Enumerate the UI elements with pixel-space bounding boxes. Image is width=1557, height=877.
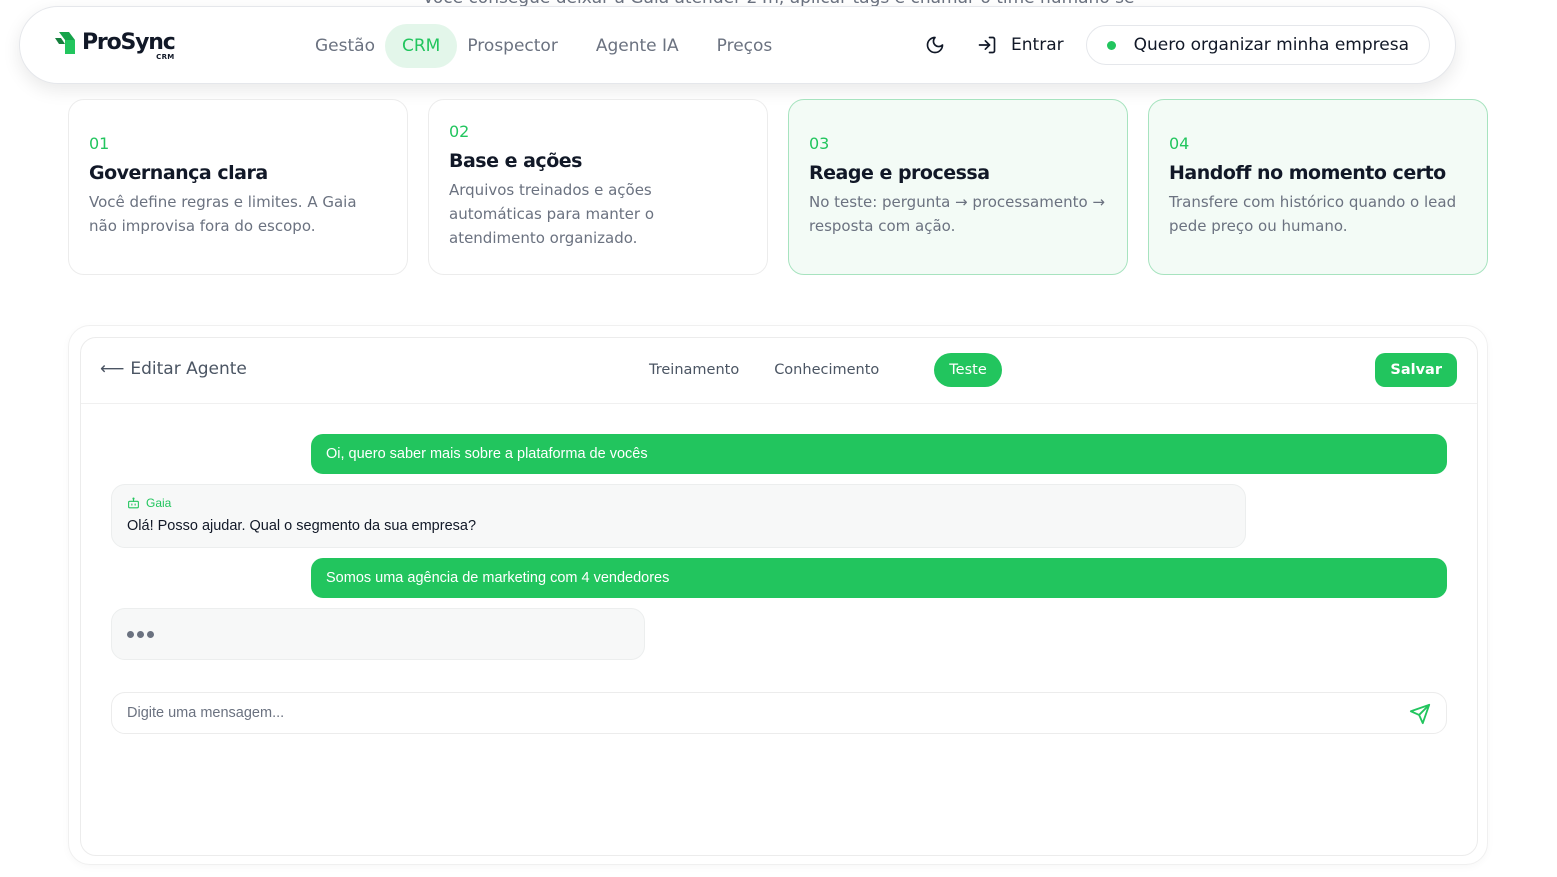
typing-dot xyxy=(127,630,134,638)
agent-editor-frame: ⟵ Editar Agente Treinamento Conhecimento… xyxy=(68,325,1488,865)
login-icon xyxy=(978,36,996,54)
typing-indicator xyxy=(111,608,645,660)
feature-title: Handoff no momento certo xyxy=(1169,162,1446,184)
brand-logo[interactable]: ProSync CRM xyxy=(53,30,176,62)
feature-card-handoff: 04 Handoff no momento certo Transfere co… xyxy=(1148,99,1488,275)
save-button[interactable]: Salvar xyxy=(1375,353,1457,387)
feature-title: Reage e processa xyxy=(809,162,990,184)
typing-dot xyxy=(137,630,144,638)
tab-conhecimento[interactable]: Conhecimento xyxy=(774,353,879,387)
status-dot-icon xyxy=(1106,40,1116,50)
bot-name-row: Gaia xyxy=(127,495,1230,511)
arrow-left-icon: ⟵ xyxy=(100,359,125,379)
cta-label: Quero organizar minha empresa xyxy=(1133,35,1409,55)
back-button[interactable]: ⟵ Editar Agente xyxy=(100,359,247,379)
feature-description: No teste: pergunta → processamento → res… xyxy=(809,193,1105,235)
feature-number: 04 xyxy=(1169,134,1190,153)
top-navbar: ProSync CRM Gestão CRM Prospector Agente… xyxy=(19,6,1456,84)
nav-link-crm[interactable]: CRM xyxy=(384,24,458,68)
bot-message-text: Olá! Posso ajudar. Qual o segmento da su… xyxy=(127,518,477,534)
chat-message-bot: Gaia Olá! Posso ajudar. Qual o segmento … xyxy=(111,484,1246,548)
feature-card-reage-processa: 03 Reage e processa No teste: pergunta →… xyxy=(788,99,1128,275)
feature-description: Transfere com histórico quando o lead pe… xyxy=(1169,193,1457,235)
logo-sub: CRM xyxy=(156,53,175,61)
theme-toggle-button[interactable] xyxy=(923,33,947,57)
main-nav: Gestão CRM Prospector Agente IA Preços xyxy=(305,24,782,68)
feature-number: 01 xyxy=(89,134,110,153)
nav-link-agente-ia[interactable]: Agente IA xyxy=(586,24,689,68)
cta-organize-button[interactable]: Quero organizar minha empresa xyxy=(1085,25,1430,65)
bot-name: Gaia xyxy=(146,496,172,510)
feature-card-base-acoes: 02 Base e ações Arquivos treinados e açõ… xyxy=(428,99,768,275)
nav-link-prospector[interactable]: Prospector xyxy=(457,24,567,68)
logo-wordmark: ProSync CRM xyxy=(82,30,176,62)
logo-name: ProSync xyxy=(82,30,176,55)
bot-icon xyxy=(128,497,139,508)
moon-icon xyxy=(926,36,944,54)
send-icon[interactable] xyxy=(1409,703,1431,725)
back-label: Editar Agente xyxy=(130,359,247,379)
nav-actions: Entrar Quero organizar minha empresa xyxy=(923,25,1430,65)
chat-message-user: Oi, quero saber mais sobre a plataforma … xyxy=(311,434,1447,474)
nav-link-gestao[interactable]: Gestão xyxy=(305,24,385,68)
feature-number: 02 xyxy=(449,122,470,141)
message-input-box xyxy=(111,692,1447,734)
feature-description: Arquivos treinados e ações automáticas p… xyxy=(449,181,655,247)
editor-tabs: Treinamento Conhecimento Teste xyxy=(649,353,1002,387)
typing-dot xyxy=(147,630,154,638)
feature-title: Governança clara xyxy=(89,162,268,184)
feature-card-governanca: 01 Governança clara Você define regras e… xyxy=(68,99,408,275)
prosync-logo-icon xyxy=(55,32,75,54)
chat-message-user: Somos uma agência de marketing com 4 ven… xyxy=(311,558,1447,598)
login-button[interactable]: Entrar xyxy=(977,35,1064,55)
tab-treinamento[interactable]: Treinamento xyxy=(649,353,739,387)
feature-description: Você define regras e limites. A Gaia não… xyxy=(89,193,357,235)
message-input[interactable] xyxy=(112,693,1402,733)
nav-link-precos[interactable]: Preços xyxy=(707,24,783,68)
agent-editor-panel: ⟵ Editar Agente Treinamento Conhecimento… xyxy=(80,337,1478,856)
feature-number: 03 xyxy=(809,134,830,153)
editor-header: ⟵ Editar Agente Treinamento Conhecimento… xyxy=(81,338,1477,404)
tab-teste[interactable]: Teste xyxy=(934,353,1002,387)
feature-title: Base e ações xyxy=(449,150,582,172)
login-label: Entrar xyxy=(1011,35,1064,55)
